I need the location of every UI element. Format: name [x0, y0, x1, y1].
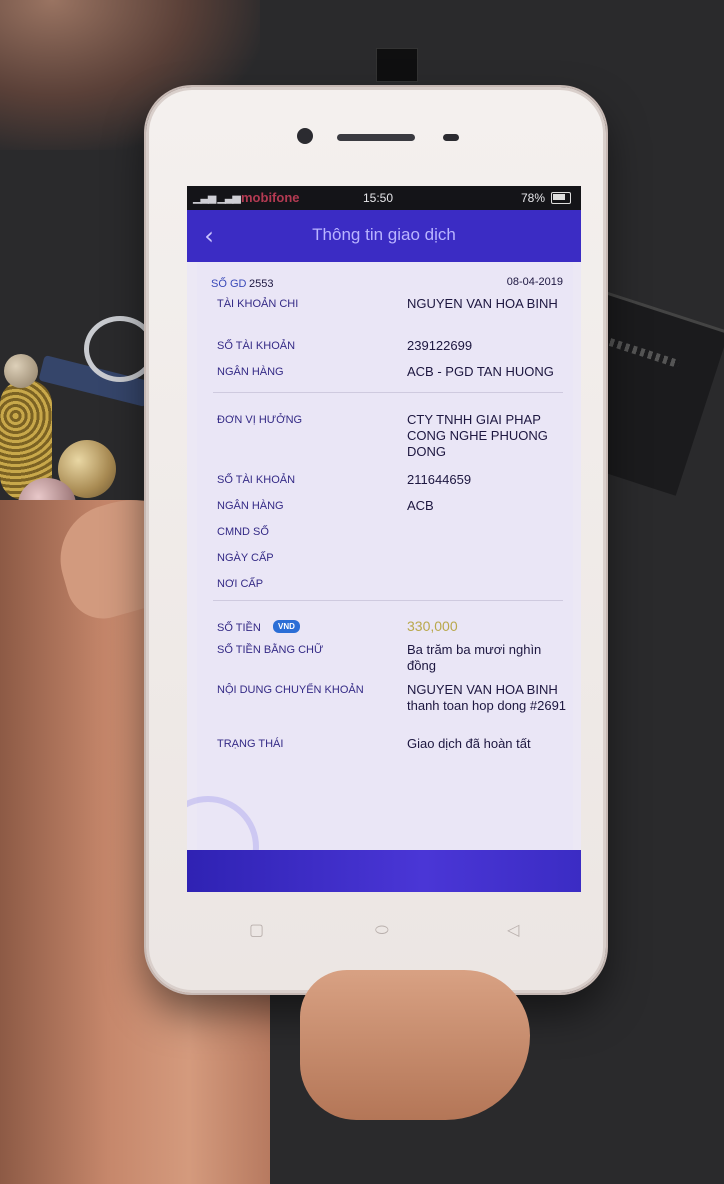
divider [213, 600, 563, 601]
battery-icon [551, 192, 571, 204]
sender-bank-label: NGÂN HÀNG [217, 366, 284, 378]
battery-level: 78% [520, 191, 545, 205]
front-camera [297, 128, 313, 144]
receiver-bank-value: ACB [407, 498, 434, 513]
amount-words-label: SỐ TIỀN BẰNG CHỮ [217, 644, 324, 656]
divider [213, 392, 563, 393]
transaction-date: 08-04-2019 [506, 276, 563, 288]
id-card-label: CMND SỐ [217, 526, 269, 538]
receiver-account-number-value: 211644659 [407, 472, 472, 487]
receiver-bank-label: NGÂN HÀNG [217, 500, 284, 512]
transfer-content-label: NỘI DUNG CHUYỂN KHOẢN [217, 684, 364, 696]
beneficiary-label: ĐƠN VỊ HƯỞNG [217, 414, 303, 426]
app-bar: ‹ Thông tin giao dịch [187, 210, 581, 262]
status-value: Giao dịch đã hoàn tất [407, 736, 531, 751]
proximity-sensor [443, 134, 459, 141]
transaction-id-label: SỐ GD [211, 278, 247, 290]
transfer-content-value: NGUYEN VAN HOA BINH thanh toan hop dong … [407, 682, 567, 713]
hardware-nav-keys: ▢ ⬭ ◁ [149, 920, 603, 950]
sender-bank-value: ACB - PGD TAN HUONG [407, 364, 554, 379]
phone: ▁▃▅ ▁▃▅ mobifone 15:50 78% ‹ Thông tin g… [146, 87, 606, 993]
transaction-id-value: 2553 [249, 278, 274, 290]
issue-place-label: NƠI CẤP [217, 578, 264, 590]
bottom-bar [187, 850, 581, 892]
laptop-vent [601, 335, 680, 369]
home-icon[interactable]: ⬭ [375, 920, 389, 940]
status-bar: ▁▃▅ ▁▃▅ mobifone 15:50 78% [187, 186, 581, 210]
receiver-account-number-label: SỐ TÀI KHOẢN [217, 474, 296, 486]
thumb [300, 970, 530, 1120]
currency-badge: VND [273, 620, 300, 633]
account-holder-value: NGUYEN VAN HOA BINH [407, 296, 558, 311]
recent-apps-icon[interactable]: ▢ [249, 920, 264, 939]
page-title: Thông tin giao dịch [312, 225, 456, 244]
sender-account-number-value: 239122699 [407, 338, 473, 353]
keychain-bead [4, 354, 38, 388]
phone-screen: ▁▃▅ ▁▃▅ mobifone 15:50 78% ‹ Thông tin g… [187, 186, 581, 892]
transaction-card: SỐ GD 2553 08-04-2019 TÀI KHOẢN CHI NGUY… [197, 262, 573, 856]
amount-value: 330,000 [407, 618, 458, 634]
account-holder-label: TÀI KHOẢN CHI [217, 298, 299, 310]
issue-date-label: NGÀY CẤP [217, 552, 274, 564]
status-time: 15:50 [363, 191, 394, 205]
usb-plug [376, 48, 418, 82]
amount-label: SỐ TIỀN [217, 622, 261, 634]
beneficiary-value: CTY TNHH GIAI PHAP CONG NGHE PHUONG DONG [407, 412, 548, 459]
sender-account-number-label: SỐ TÀI KHOẢN [217, 340, 296, 352]
status-label: TRẠNG THÁI [217, 738, 284, 750]
signal-icon: ▁▃▅ ▁▃▅ [193, 192, 241, 204]
back-icon[interactable]: ◁ [507, 920, 519, 939]
amount-words-value: Ba trăm ba mươi nghìn đồng [407, 642, 542, 673]
carrier-name: mobifone [241, 190, 300, 205]
earpiece-speaker [337, 134, 415, 141]
